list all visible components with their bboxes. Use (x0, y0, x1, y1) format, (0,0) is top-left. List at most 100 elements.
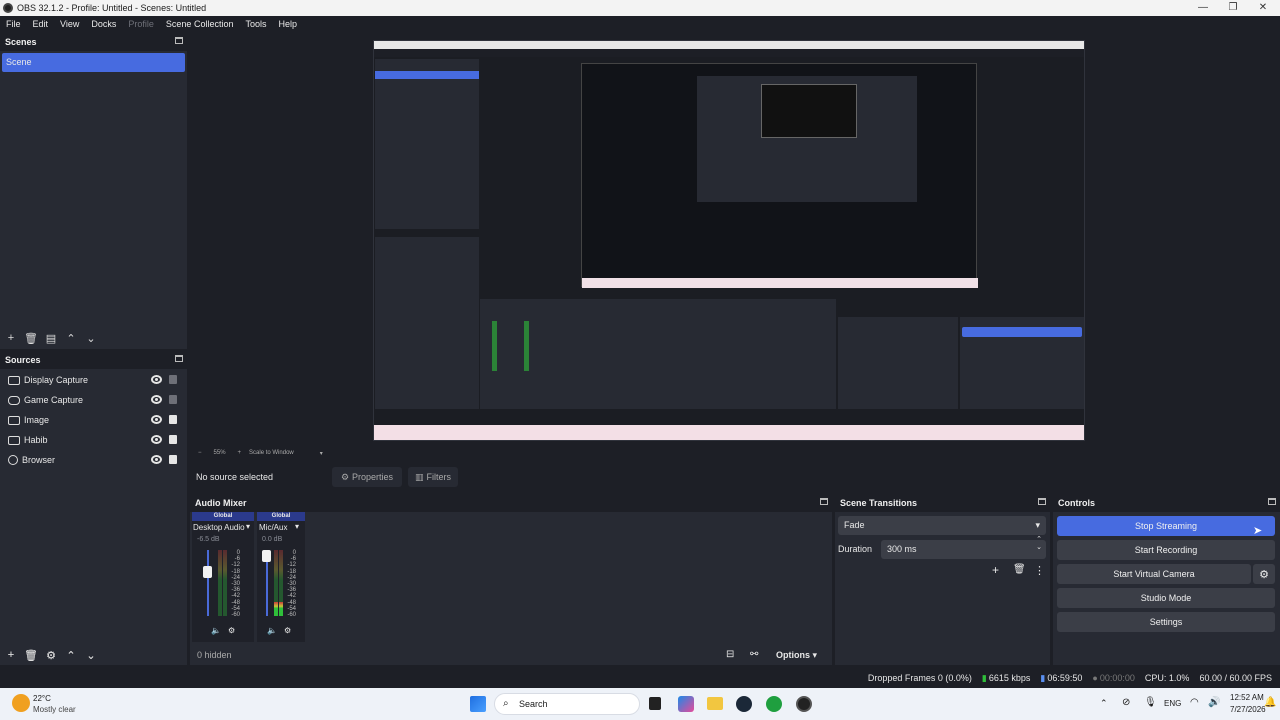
tray-chevron-icon[interactable]: ⌃ (1100, 698, 1108, 709)
eye-icon[interactable] (151, 375, 162, 384)
start-recording-button[interactable]: Start Recording (1057, 540, 1275, 560)
speaker-icon[interactable]: 🔈 (267, 626, 277, 635)
eye-icon[interactable] (151, 395, 162, 404)
undock-icon[interactable] (1268, 498, 1276, 505)
menu-profile[interactable]: Profile (122, 19, 160, 29)
weather-icon[interactable] (12, 694, 30, 712)
volume-slider[interactable] (262, 550, 271, 562)
add-icon[interactable]: + (1, 330, 21, 346)
zoom-out-icon[interactable]: − (198, 450, 202, 456)
start-virtual-camera-button[interactable]: Start Virtual Camera (1057, 564, 1251, 584)
move-down-icon[interactable]: ⌄ (81, 647, 101, 663)
move-down-icon[interactable]: ⌄ (81, 330, 101, 346)
speaker-icon[interactable]: 🔈 (211, 626, 221, 635)
volume-slider[interactable] (203, 566, 212, 578)
preview-canvas[interactable] (373, 40, 1085, 441)
menu-file[interactable]: File (0, 19, 27, 29)
filter-icon[interactable]: ▤ (41, 330, 61, 346)
move-up-icon[interactable]: ⌃ (61, 330, 81, 346)
nested-taskbar (582, 278, 978, 288)
add-icon[interactable]: + (1, 647, 21, 663)
volume-icon[interactable]: 🔊 (1208, 697, 1220, 708)
audio-mixer-title: Audio Mixer (195, 498, 247, 508)
microphone-icon[interactable]: 🎙 (1144, 697, 1157, 708)
scale-tick: -42 (231, 593, 240, 600)
gear-icon[interactable]: ⚙ (41, 647, 61, 663)
virtual-camera-gear-icon[interactable]: ⚙ (1253, 564, 1275, 584)
chevron-down-icon[interactable]: ▾ (295, 522, 299, 531)
close-icon[interactable]: ✕ (1248, 0, 1278, 16)
settings-button[interactable]: Settings (1057, 612, 1275, 632)
lock-icon[interactable] (169, 435, 177, 444)
link-icon[interactable]: ⚯ (750, 649, 758, 660)
add-icon[interactable]: + (992, 563, 999, 577)
source-item-display-capture[interactable]: Display Capture (0, 370, 186, 390)
controls-dock: Controls Stop Streaming Start Recording … (1053, 494, 1280, 665)
lock-icon[interactable] (169, 455, 177, 464)
source-item-browser[interactable]: Browser (0, 450, 186, 470)
menu-edit[interactable]: Edit (27, 19, 55, 29)
eye-icon[interactable] (151, 455, 162, 464)
channel-settings-icon[interactable]: ⚙ (284, 626, 291, 635)
notification-icon[interactable]: 🔔 (1264, 697, 1276, 708)
chevron-down-icon[interactable]: ▾ (320, 450, 323, 457)
file-explorer-icon[interactable] (707, 697, 723, 710)
properties-button[interactable]: ⚙ Properties (332, 467, 402, 487)
chevron-down-icon[interactable]: ▾ (246, 522, 250, 531)
stepper-icon[interactable]: ⌃ ⌄ (1036, 536, 1042, 552)
unlock-icon[interactable] (169, 375, 177, 384)
source-item-image[interactable]: Image (0, 410, 186, 430)
studio-mode-button[interactable]: Studio Mode (1057, 588, 1275, 608)
menu-view[interactable]: View (54, 19, 85, 29)
trash-icon[interactable]: 🗑 (1013, 564, 1026, 575)
wifi-icon[interactable]: ◠ (1190, 697, 1199, 708)
restore-icon[interactable]: ❐ (1218, 0, 1248, 16)
obs-taskbar-icon[interactable] (796, 696, 812, 712)
channel-settings-icon[interactable]: ⚙ (228, 626, 235, 635)
clock-time[interactable]: 12:52 AM (1230, 693, 1264, 702)
source-item-game-capture[interactable]: Game Capture (0, 390, 186, 410)
menu-tools[interactable]: Tools (239, 19, 272, 29)
options-button[interactable]: Options ▾ (776, 650, 817, 661)
scale-tick: -60 (231, 612, 240, 619)
duration-input[interactable]: 300 ms ⌃ ⌄ (881, 536, 1046, 559)
zoom-in-icon[interactable]: + (238, 450, 242, 456)
unlock-icon[interactable] (169, 395, 177, 404)
xbox-icon[interactable] (766, 696, 782, 712)
nested-transitions (838, 317, 958, 409)
transition-select[interactable]: Fade ▾ (838, 516, 1046, 535)
level-meter-active (279, 602, 283, 616)
stop-streaming-button[interactable]: Stop Streaming (1057, 516, 1275, 536)
scene-item[interactable]: Scene (2, 53, 185, 72)
eye-icon[interactable] (151, 415, 162, 424)
undock-icon[interactable] (175, 355, 183, 362)
source-item-habib[interactable]: Habib (0, 430, 186, 450)
menu-scene-collection[interactable]: Scene Collection (160, 19, 240, 29)
eye-icon[interactable] (151, 435, 162, 444)
move-up-icon[interactable]: ⌃ (61, 647, 81, 663)
level-meter (223, 550, 227, 616)
undock-icon[interactable] (175, 37, 183, 44)
task-view-icon[interactable] (649, 697, 661, 710)
language-indicator[interactable]: ENG (1164, 699, 1181, 708)
audio-mixer-header: Audio Mixer (190, 494, 832, 512)
minimize-icon[interactable]: — (1188, 0, 1218, 16)
menu-help[interactable]: Help (272, 19, 303, 29)
trash-icon[interactable]: 🗑 (21, 647, 41, 663)
trash-icon[interactable]: 🗑 (21, 330, 41, 346)
network-icon[interactable]: ⊘ (1122, 697, 1130, 708)
filters-button[interactable]: ▥ Filters (408, 467, 458, 487)
more-icon[interactable]: ⋮ (1034, 564, 1045, 577)
taskbar-search[interactable]: ⌕ Search (494, 693, 640, 715)
windows-start-icon[interactable] (470, 696, 486, 712)
lock-icon[interactable] (169, 415, 177, 424)
copilot-icon[interactable] (678, 696, 694, 712)
undock-icon[interactable] (1038, 498, 1046, 505)
layout-icon[interactable]: ⊟ (726, 649, 734, 660)
scale-mode[interactable]: Scale to Window (249, 450, 294, 456)
preview-toolbar: − 55% + Scale to Window ▾ (190, 446, 850, 460)
menu-docks[interactable]: Docks (85, 19, 122, 29)
steam-icon[interactable] (736, 696, 752, 712)
clock-date[interactable]: 7/27/2026 (1230, 705, 1266, 714)
undock-icon[interactable] (820, 498, 828, 505)
